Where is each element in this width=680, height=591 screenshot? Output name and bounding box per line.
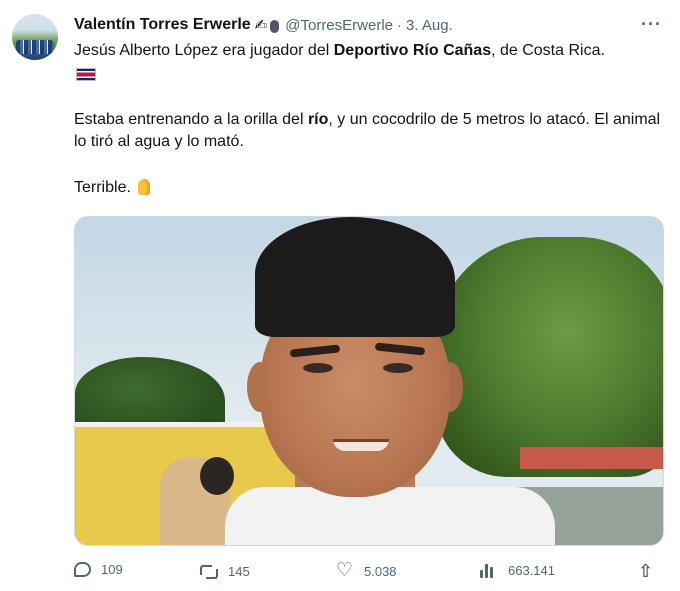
tweet-header: Valentín Torres Erwerle ✍ @TorresErwerle… <box>74 14 453 36</box>
tweet-media-image[interactable] <box>74 216 664 546</box>
photo-hair <box>255 217 455 337</box>
photo-shirt <box>225 487 555 545</box>
views-bar <box>480 570 483 578</box>
share-button[interactable]: ⇧ <box>638 562 666 580</box>
heart-icon: ♡ <box>336 560 354 581</box>
views-count: 663.141 <box>508 562 555 578</box>
tweet-text-paragraph-1: Jesús Alberto López era jugador del Depo… <box>74 40 670 62</box>
photo-eye-right <box>383 363 413 373</box>
views-bar <box>485 564 488 578</box>
avatar[interactable] <box>12 14 58 60</box>
tweet-date[interactable]: 3. Aug. <box>406 17 453 34</box>
text-segment: , de Costa Rica. <box>491 42 605 59</box>
author-handle[interactable]: @TorresErwerle <box>285 17 393 34</box>
microphone-icon <box>270 19 280 33</box>
photo-background-head <box>200 457 234 495</box>
views-bar <box>490 567 493 578</box>
like-button[interactable]: ♡ 5.038 <box>336 560 397 581</box>
separator: · <box>397 16 402 34</box>
retweet-button[interactable]: 145 <box>200 562 250 580</box>
costa-rica-flag-icon <box>76 68 96 81</box>
more-dots-icon[interactable]: ··· <box>641 14 662 35</box>
views-button[interactable]: 663.141 <box>480 562 555 578</box>
reply-count: 109 <box>101 562 123 577</box>
text-segment: Jesús Alberto López era jugador del <box>74 42 334 59</box>
photo-eye-left <box>303 363 333 373</box>
like-count: 5.038 <box>364 563 397 579</box>
writing-hand-icon: ✍ <box>254 17 268 34</box>
folded-hands-icon <box>135 179 153 195</box>
avatar-crowd-image <box>16 40 54 54</box>
author-name[interactable]: Valentín Torres Erwerle <box>74 16 251 34</box>
tweet-card[interactable]: Valentín Torres Erwerle ✍ @TorresErwerle… <box>0 0 680 591</box>
photo-red-roof <box>520 447 663 469</box>
retweet-icon <box>200 562 218 580</box>
tweet-text-paragraph-3: Terrible. <box>74 176 670 199</box>
views-chart-icon <box>480 562 498 578</box>
reply-icon <box>74 562 91 577</box>
river-word: río <box>307 111 329 128</box>
reply-button[interactable]: 109 <box>74 562 123 577</box>
club-name: Deportivo Río Cañas <box>333 42 492 59</box>
tweet-text-paragraph-2: Estaba entrenando a la orilla del río, y… <box>74 109 670 153</box>
text-segment: Estaba entrenando a la orilla del <box>74 111 308 128</box>
retweet-count: 145 <box>228 563 250 579</box>
tweet-actions: 109 145 ♡ 5.038 663.141 ⇧ <box>74 560 666 586</box>
text-segment: Terrible. <box>74 179 131 196</box>
share-icon: ⇧ <box>638 561 654 581</box>
photo-tree-right <box>435 237 663 477</box>
photo-smile <box>333 439 389 451</box>
